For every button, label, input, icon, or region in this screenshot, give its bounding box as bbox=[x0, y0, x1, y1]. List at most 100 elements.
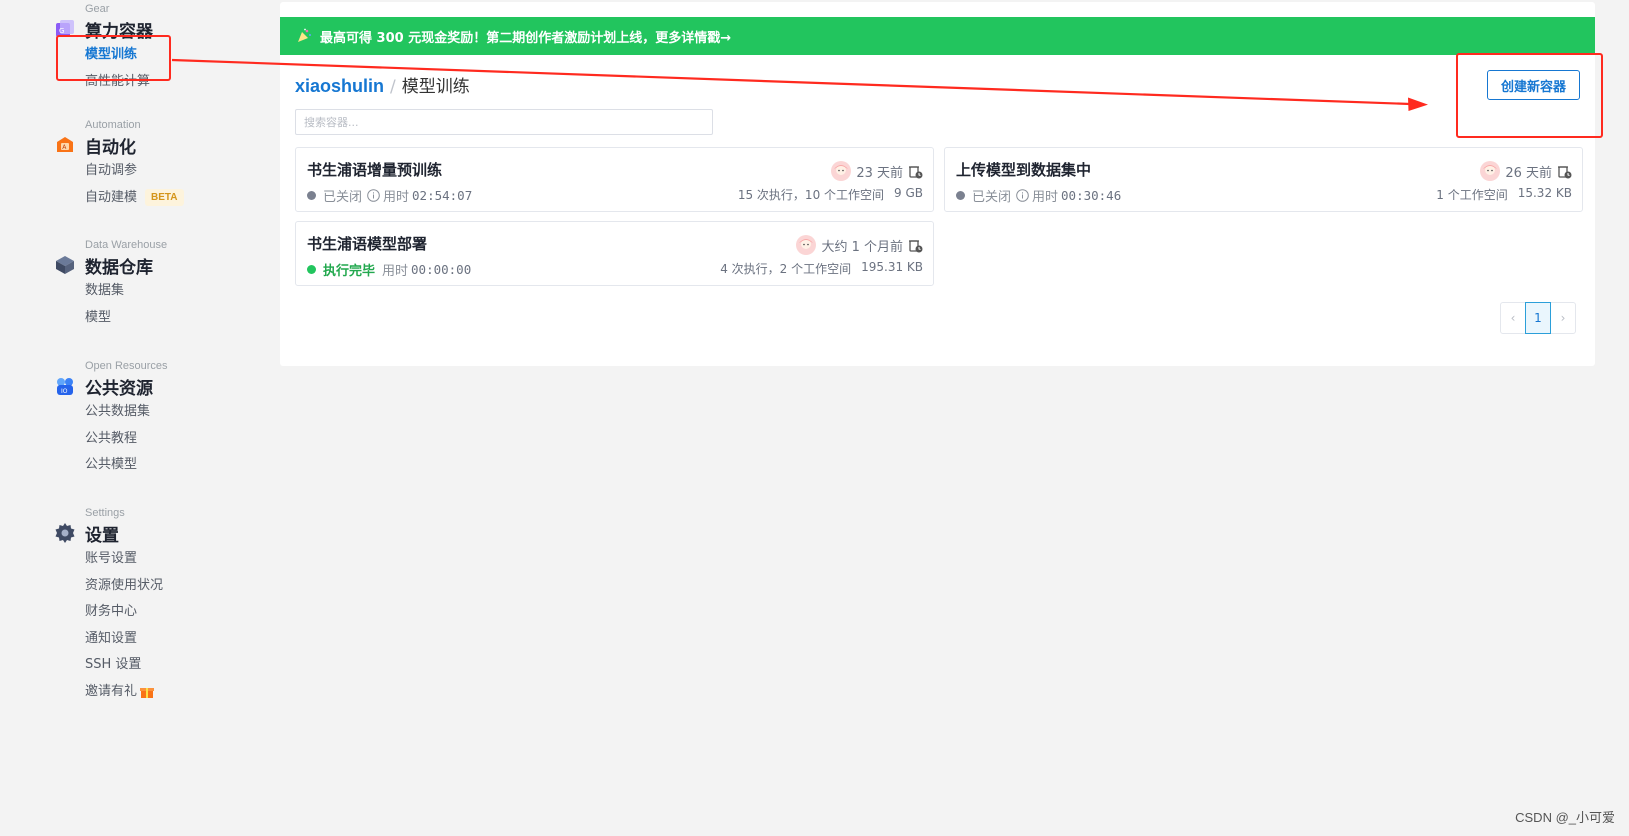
sidebar-item-auto-tuning[interactable]: 自动调参 bbox=[85, 158, 254, 185]
annotation-box-create-button bbox=[1456, 53, 1603, 138]
promo-banner[interactable]: 最高可得 300 元现金奖励！第二期创作者激励计划上线，更多详情戳→ bbox=[280, 17, 1595, 55]
info-icon[interactable] bbox=[1016, 189, 1029, 202]
svg-text:G: G bbox=[59, 27, 64, 35]
pagination: ‹ 1 › bbox=[1500, 302, 1576, 334]
sidebar-section-automation: Automation A 自动化 自动调参 自动建模 BETA bbox=[54, 119, 254, 211]
container-runs: 15 次执行，10 个工作空间 bbox=[737, 188, 885, 202]
search-input[interactable] bbox=[295, 109, 713, 135]
sidebar-item-account-settings[interactable]: 账号设置 bbox=[85, 546, 254, 573]
sidebar-section-data-warehouse: Data Warehouse 数据仓库 数据集 模型 bbox=[54, 239, 254, 331]
sidebar-item-label: 资源使用状况 bbox=[85, 577, 164, 593]
sidebar-item-label: 账号设置 bbox=[85, 551, 138, 566]
next-page-button[interactable]: › bbox=[1550, 302, 1576, 334]
container-title[interactable]: 书生浦语模型部署 bbox=[307, 233, 427, 254]
watermark: CSDN @_小可爱 bbox=[1515, 810, 1615, 825]
avatar[interactable] bbox=[796, 235, 817, 255]
prev-page-button[interactable]: ‹ bbox=[1500, 302, 1526, 334]
sidebar-heading-label: 设置 bbox=[85, 525, 119, 546]
sidebar-heading-automation[interactable]: A 自动化 bbox=[54, 132, 254, 158]
container-title[interactable]: 书生浦语增量预训练 bbox=[307, 159, 442, 180]
sidebar-item-invite-rewards[interactable]: 邀请有礼 bbox=[85, 679, 254, 706]
sidebar-item-datasets[interactable]: 数据集 bbox=[85, 278, 254, 305]
scheduled-delete-icon[interactable] bbox=[908, 164, 923, 179]
section-eyebrow: Gear bbox=[85, 3, 110, 15]
scheduled-delete-icon[interactable] bbox=[1557, 164, 1572, 179]
duration-label: 用时 bbox=[382, 264, 409, 279]
sidebar-item-resource-usage[interactable]: 资源使用状况 bbox=[85, 573, 254, 600]
section-eyebrow: Data Warehouse bbox=[85, 239, 168, 251]
status-text: 执行完毕 bbox=[323, 264, 376, 279]
sidebar-item-label: 模型 bbox=[85, 309, 112, 325]
container-size: 15.32 KB bbox=[1517, 186, 1572, 200]
sidebar: Gear G 算力容器 模型训练 高性能计算 Automation A 自动化 … bbox=[0, 0, 270, 836]
container-time-ago: 大约 1 个月前 bbox=[821, 239, 903, 255]
sidebar-heading-label: 公共资源 bbox=[85, 378, 153, 399]
status-text: 已关闭 bbox=[972, 190, 1012, 205]
section-eyebrow: Automation bbox=[85, 119, 141, 131]
container-status: 已关闭 用时 02:54:07 bbox=[307, 186, 472, 205]
container-card[interactable]: 上传模型到数据集中 26 天前 已关闭 用时 00:30:46 1 个工作空间 … bbox=[944, 147, 1583, 212]
sidebar-item-public-tutorials[interactable]: 公共教程 bbox=[85, 426, 254, 453]
container-stats: 1 个工作空间 15.32 KB bbox=[1436, 186, 1572, 203]
duration-label: 用时 bbox=[383, 190, 410, 205]
sidebar-item-finance-center[interactable]: 财务中心 bbox=[85, 599, 254, 626]
automation-icon: A bbox=[57, 137, 73, 152]
container-title[interactable]: 上传模型到数据集中 bbox=[956, 159, 1091, 180]
settings-gear-icon bbox=[55, 523, 75, 543]
sidebar-heading-open-resources[interactable]: IO 公共资源 bbox=[54, 373, 254, 399]
container-card[interactable]: 书生浦语增量预训练 23 天前 已关闭 用时 02:54:07 15 次执行，1… bbox=[295, 147, 934, 212]
container-runs: 1 个工作空间 bbox=[1436, 188, 1508, 202]
container-size: 9 GB bbox=[894, 186, 923, 200]
section-eyebrow: Settings bbox=[85, 507, 125, 519]
container-time-ago: 23 天前 bbox=[856, 165, 903, 181]
container-stats: 15 次执行，10 个工作空间 9 GB bbox=[738, 186, 923, 203]
sidebar-item-models[interactable]: 模型 bbox=[85, 305, 254, 332]
sidebar-item-ssh-settings[interactable]: SSH 设置 bbox=[85, 652, 254, 679]
sidebar-item-notification-settings[interactable]: 通知设置 bbox=[85, 626, 254, 653]
sidebar-item-label: 公共数据集 bbox=[85, 404, 151, 419]
svg-text:IO: IO bbox=[61, 388, 68, 395]
duration-value: 02:54:07 bbox=[412, 188, 473, 203]
page-button-current[interactable]: 1 bbox=[1525, 302, 1551, 334]
sidebar-item-label: 公共教程 bbox=[85, 430, 138, 446]
breadcrumb-separator: / bbox=[390, 77, 396, 97]
breadcrumb: xiaoshulin / 模型训练 bbox=[295, 72, 470, 97]
sidebar-item-public-models[interactable]: 公共模型 bbox=[85, 452, 254, 479]
annotation-box-model-training bbox=[56, 35, 171, 81]
sidebar-item-public-datasets[interactable]: 公共数据集 bbox=[85, 399, 254, 426]
open-resources-icon: IO bbox=[57, 378, 73, 395]
sidebar-item-label: 公共模型 bbox=[85, 457, 138, 472]
avatar[interactable] bbox=[831, 161, 852, 181]
duration-value: 00:30:46 bbox=[1061, 188, 1122, 203]
container-status: 已关闭 用时 00:30:46 bbox=[956, 186, 1121, 205]
container-meta: 大约 1 个月前 bbox=[796, 235, 923, 255]
sidebar-item-label: 财务中心 bbox=[85, 604, 138, 619]
party-popper-icon bbox=[298, 28, 311, 42]
sidebar-item-label: SSH 设置 bbox=[85, 657, 142, 672]
breadcrumb-user-link[interactable]: xiaoshulin bbox=[295, 76, 384, 97]
status-dot bbox=[956, 191, 965, 200]
sidebar-item-label: 通知设置 bbox=[85, 630, 138, 646]
avatar[interactable] bbox=[1480, 161, 1501, 181]
status-dot bbox=[307, 265, 316, 274]
sidebar-heading-settings[interactable]: 设置 bbox=[54, 520, 254, 546]
container-card[interactable]: 书生浦语模型部署 大约 1 个月前 执行完毕 用时 00:00:00 4 次执行… bbox=[295, 221, 934, 286]
duration-value: 00:00:00 bbox=[411, 262, 472, 277]
page-title: 模型训练 bbox=[401, 77, 470, 97]
sidebar-item-label: 自动建模 bbox=[85, 189, 138, 205]
sidebar-item-label: 数据集 bbox=[85, 283, 125, 298]
beta-badge: BETA bbox=[145, 189, 184, 207]
gift-icon bbox=[140, 687, 155, 698]
sidebar-heading-label: 数据仓库 bbox=[85, 257, 153, 278]
banner-text: 最高可得 300 元现金奖励！第二期创作者激励计划上线，更多详情戳→ bbox=[320, 30, 732, 46]
data-warehouse-icon bbox=[56, 256, 74, 274]
sidebar-heading-data-warehouse[interactable]: 数据仓库 bbox=[54, 252, 254, 278]
container-stats: 4 次执行，2 个工作空间 195.31 KB bbox=[720, 260, 923, 277]
info-icon[interactable] bbox=[367, 189, 380, 202]
sidebar-item-auto-modeling[interactable]: 自动建模 BETA bbox=[85, 185, 254, 212]
container-size: 195.31 KB bbox=[861, 260, 923, 274]
container-time-ago: 26 天前 bbox=[1505, 165, 1552, 181]
scheduled-delete-icon[interactable] bbox=[908, 238, 923, 253]
sidebar-item-label: 邀请有礼 bbox=[85, 683, 138, 699]
container-meta: 23 天前 bbox=[831, 161, 923, 181]
